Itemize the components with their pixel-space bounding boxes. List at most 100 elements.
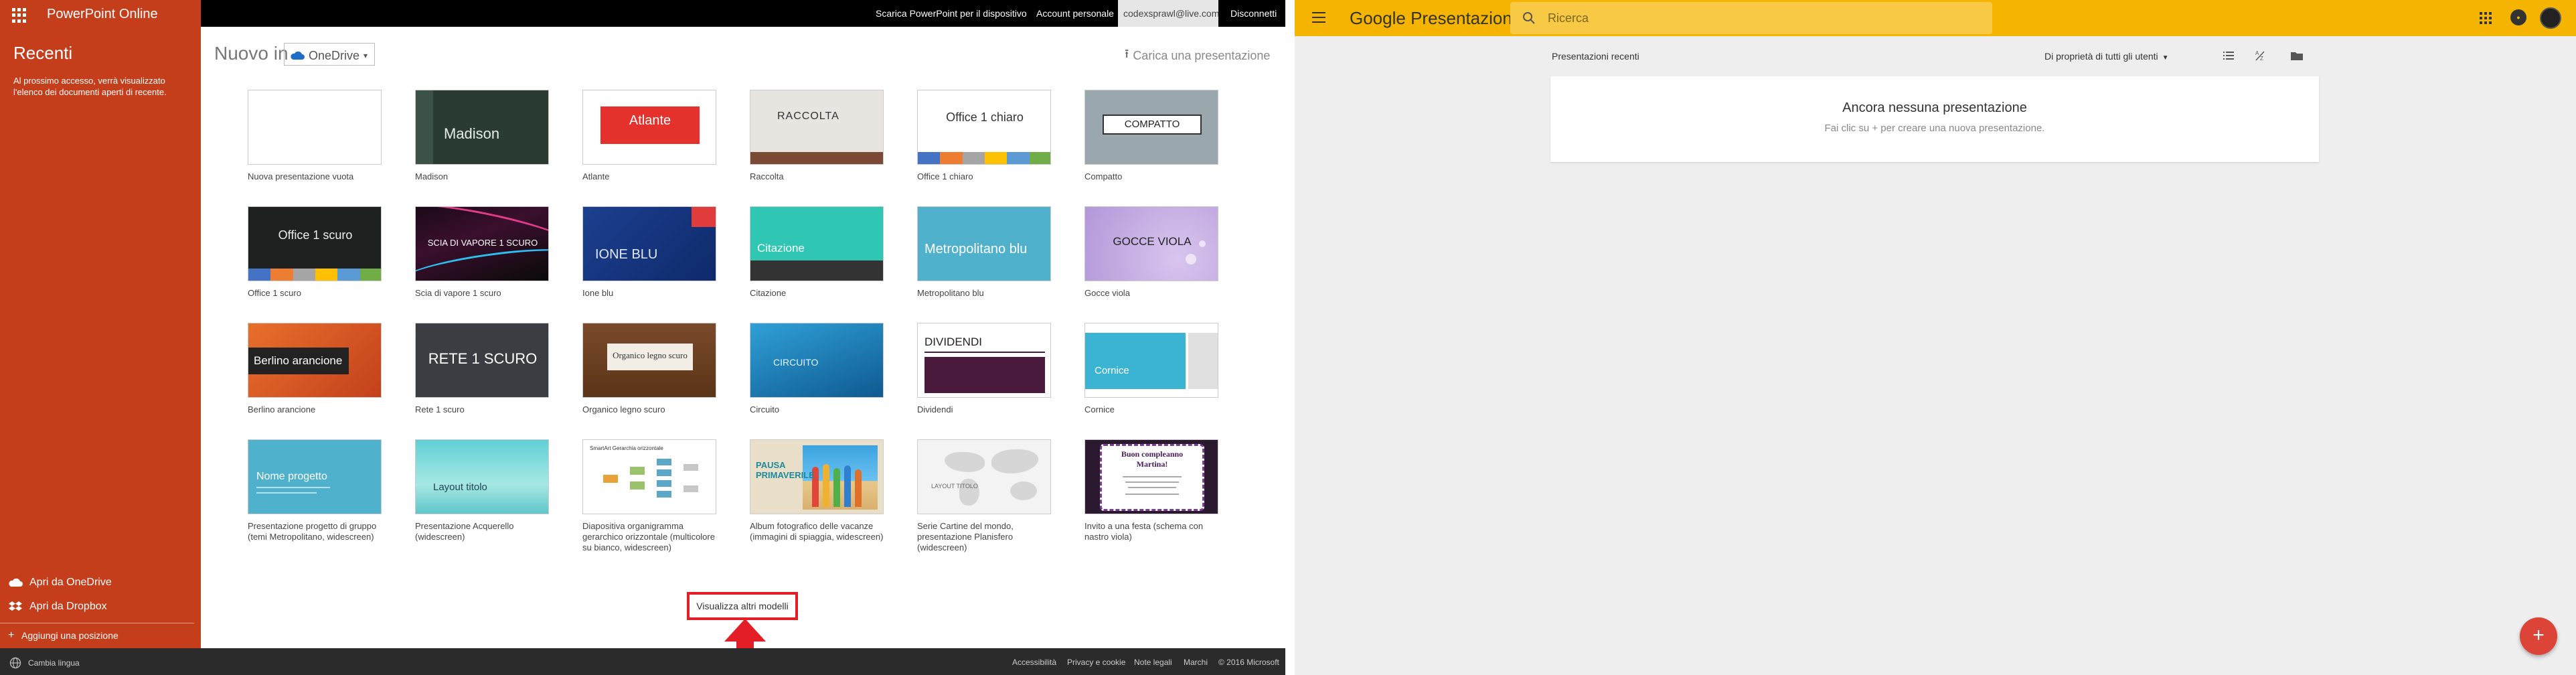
template-tile[interactable]: RACCOLTA Raccolta bbox=[750, 90, 884, 182]
template-tile[interactable]: COMPATTO Compatto bbox=[1084, 90, 1218, 182]
template-thumb-raccolta[interactable]: RACCOLTA bbox=[750, 90, 884, 165]
account-email[interactable]: codexsprawl@live.com bbox=[1118, 0, 1219, 27]
template-tile[interactable]: Nuova presentazione vuota bbox=[248, 90, 382, 182]
template-tile[interactable]: Office 1 scuro Office 1 scuro bbox=[248, 206, 382, 299]
thumb-text: PAUSA PRIMAVERILE bbox=[756, 460, 815, 480]
open-onedrive-link[interactable]: Apri da OneDrive bbox=[0, 571, 201, 595]
legal-link[interactable]: Note legali bbox=[1134, 658, 1172, 667]
owner-filter-value: Di proprietà di tutti gli utenti bbox=[2044, 51, 2158, 62]
template-thumb-invito[interactable]: Buon compleanno Martina! bbox=[1084, 439, 1218, 514]
location-value: OneDrive bbox=[309, 48, 360, 62]
upload-presentation-link[interactable]: ⭱ Carica una presentazione bbox=[1125, 46, 1270, 66]
template-thumb-metro[interactable]: Metropolitano blu bbox=[917, 206, 1051, 281]
open-dropbox-label: Apri da Dropbox bbox=[29, 601, 107, 612]
search-icon bbox=[1523, 12, 1535, 24]
template-thumb-circuito[interactable]: CIRCUITO bbox=[750, 323, 884, 398]
thumb-text: CIRCUITO bbox=[773, 357, 819, 368]
template-tile[interactable]: LAYOUT TITOLO Serie Cartine del mondo, p… bbox=[917, 439, 1051, 553]
template-label: Office 1 chiaro bbox=[917, 171, 973, 181]
owner-filter-dropdown[interactable]: Di proprietà di tutti gli utenti ▼ bbox=[2044, 51, 2169, 62]
search-box[interactable]: Ricerca bbox=[1510, 2, 1992, 34]
template-thumb-organigramma[interactable]: SmartArt Gerarchia orizzontale bbox=[582, 439, 716, 514]
google-apps-icon[interactable] bbox=[2480, 12, 2492, 24]
template-tile[interactable]: Citazione Citazione bbox=[750, 206, 884, 299]
template-tile[interactable]: Nome progetto Presentazione progetto di … bbox=[248, 439, 382, 542]
template-thumb-album[interactable]: PAUSA PRIMAVERILE bbox=[750, 439, 884, 514]
template-thumb-vapor[interactable]: SCIA DI VAPORE 1 SCURO bbox=[415, 206, 549, 281]
thumb-text: DIVIDENDI bbox=[924, 335, 982, 348]
add-place-link[interactable]: + Aggiungi una posizione bbox=[0, 623, 194, 647]
template-tile[interactable]: RETE 1 SCURO Rete 1 scuro bbox=[415, 323, 549, 415]
template-tile[interactable]: DIVIDENDI Dividendi bbox=[917, 323, 1051, 415]
notifications-icon[interactable]: • bbox=[2510, 9, 2526, 25]
template-thumb-citazione[interactable]: Citazione bbox=[750, 206, 884, 281]
template-tile[interactable]: Cornice Cornice bbox=[1084, 323, 1218, 415]
ppt-topbar: Scarica PowerPoint per il dispositivo Ac… bbox=[201, 0, 1285, 27]
download-app-link[interactable]: Scarica PowerPoint per il dispositivo bbox=[876, 8, 1027, 19]
template-tile[interactable]: PAUSA PRIMAVERILE Album fotografico dell… bbox=[750, 439, 884, 542]
template-label: Diapositiva organigramma gerarchico oriz… bbox=[582, 521, 715, 552]
privacy-link[interactable]: Privacy e cookie bbox=[1067, 658, 1125, 667]
template-thumb-compatto[interactable]: COMPATTO bbox=[1084, 90, 1218, 165]
list-view-icon[interactable] bbox=[2221, 48, 2236, 63]
thumb-text: Cornice bbox=[1095, 365, 1129, 376]
template-tile[interactable]: Atlante Atlante bbox=[582, 90, 716, 182]
template-thumb-madison[interactable]: Madison bbox=[415, 90, 549, 165]
template-tile[interactable]: GOCCE VIOLA Gocce viola bbox=[1084, 206, 1218, 299]
signout-link[interactable]: Disconnetti bbox=[1230, 8, 1277, 19]
template-tile[interactable]: CIRCUITO Circuito bbox=[750, 323, 884, 415]
gs-logo[interactable]: Google Presentazioni bbox=[1350, 8, 1516, 29]
dropbox-icon bbox=[9, 601, 22, 611]
template-thumb-blank[interactable] bbox=[248, 90, 382, 165]
ppt-sidebar: PowerPoint Online Recenti Al prossimo ac… bbox=[0, 0, 201, 675]
svg-text:Z: Z bbox=[2260, 56, 2263, 62]
search-placeholder: Ricerca bbox=[1548, 11, 1589, 25]
empty-state-subtitle: Fai clic su + per creare una nuova prese… bbox=[1824, 123, 2045, 134]
folder-icon[interactable] bbox=[2289, 48, 2304, 63]
new-in-label: Nuovo in bbox=[214, 43, 289, 64]
template-thumb-legno[interactable]: Organico legno scuro bbox=[582, 323, 716, 398]
trademarks-link[interactable]: Marchi bbox=[1184, 658, 1208, 667]
template-tile[interactable]: SCIA DI VAPORE 1 SCURO Scia di vapore 1 … bbox=[415, 206, 549, 299]
template-tile[interactable]: Layout titolo Presentazione Acquerello (… bbox=[415, 439, 549, 542]
template-thumb-office-dark[interactable]: Office 1 scuro bbox=[248, 206, 382, 281]
template-thumb-ione[interactable]: IONE BLU bbox=[582, 206, 716, 281]
template-tile[interactable]: Buon compleanno Martina! Invito a una fe… bbox=[1084, 439, 1218, 542]
sort-az-icon[interactable]: A Z bbox=[2253, 48, 2268, 63]
template-label: Raccolta bbox=[750, 171, 784, 181]
thumb-text: Citazione bbox=[757, 242, 805, 254]
template-thumb-gocce[interactable]: GOCCE VIOLA bbox=[1084, 206, 1218, 281]
template-thumb-office-light[interactable]: Office 1 chiaro bbox=[917, 90, 1051, 165]
template-tile[interactable]: SmartArt Gerarchia orizzontale Diapositi… bbox=[582, 439, 716, 553]
template-tile[interactable]: IONE BLU Ione blu bbox=[582, 206, 716, 299]
cloud-icon bbox=[291, 51, 305, 60]
thumb-text: SCIA DI VAPORE 1 SCURO bbox=[427, 238, 538, 248]
thumb-text: Office 1 scuro bbox=[278, 228, 353, 242]
template-thumb-dividendi[interactable]: DIVIDENDI bbox=[917, 323, 1051, 398]
avatar[interactable] bbox=[2540, 7, 2561, 29]
new-presentation-button[interactable]: + bbox=[2520, 617, 2557, 655]
open-dropbox-link[interactable]: Apri da Dropbox bbox=[0, 595, 201, 619]
app-launcher-icon[interactable] bbox=[12, 8, 27, 23]
template-tile[interactable]: Madison Madison bbox=[415, 90, 549, 182]
template-thumb-berlino[interactable]: Berlino arancione bbox=[248, 323, 382, 398]
template-thumb-cornice[interactable]: Cornice bbox=[1084, 323, 1218, 398]
accessibility-link[interactable]: Accessibilità bbox=[1012, 658, 1056, 667]
menu-icon[interactable] bbox=[1312, 12, 1325, 23]
template-thumb-cartine[interactable]: LAYOUT TITOLO bbox=[917, 439, 1051, 514]
template-thumb-progetto[interactable]: Nome progetto bbox=[248, 439, 382, 514]
template-label: Citazione bbox=[750, 288, 787, 298]
template-thumb-atlante[interactable]: Atlante bbox=[582, 90, 716, 165]
template-tile[interactable]: Organico legno scuro Organico legno scur… bbox=[582, 323, 716, 415]
template-label: Madison bbox=[415, 171, 449, 181]
template-tile[interactable]: Office 1 chiaro Office 1 chiaro bbox=[917, 90, 1051, 182]
change-language-link[interactable]: Cambia lingua bbox=[9, 657, 80, 669]
thumb-text: GOCCE VIOLA bbox=[1113, 235, 1192, 248]
template-thumb-rete[interactable]: RETE 1 SCURO bbox=[415, 323, 549, 398]
app-title[interactable]: PowerPoint Online bbox=[47, 7, 158, 22]
template-tile[interactable]: Metropolitano blu Metropolitano blu bbox=[917, 206, 1051, 299]
template-thumb-acquerello[interactable]: Layout titolo bbox=[415, 439, 549, 514]
location-dropdown[interactable]: OneDrive ▾ bbox=[284, 43, 376, 66]
personal-account-link[interactable]: Account personale bbox=[1036, 8, 1114, 19]
template-tile[interactable]: Berlino arancione Berlino arancione bbox=[248, 323, 382, 415]
